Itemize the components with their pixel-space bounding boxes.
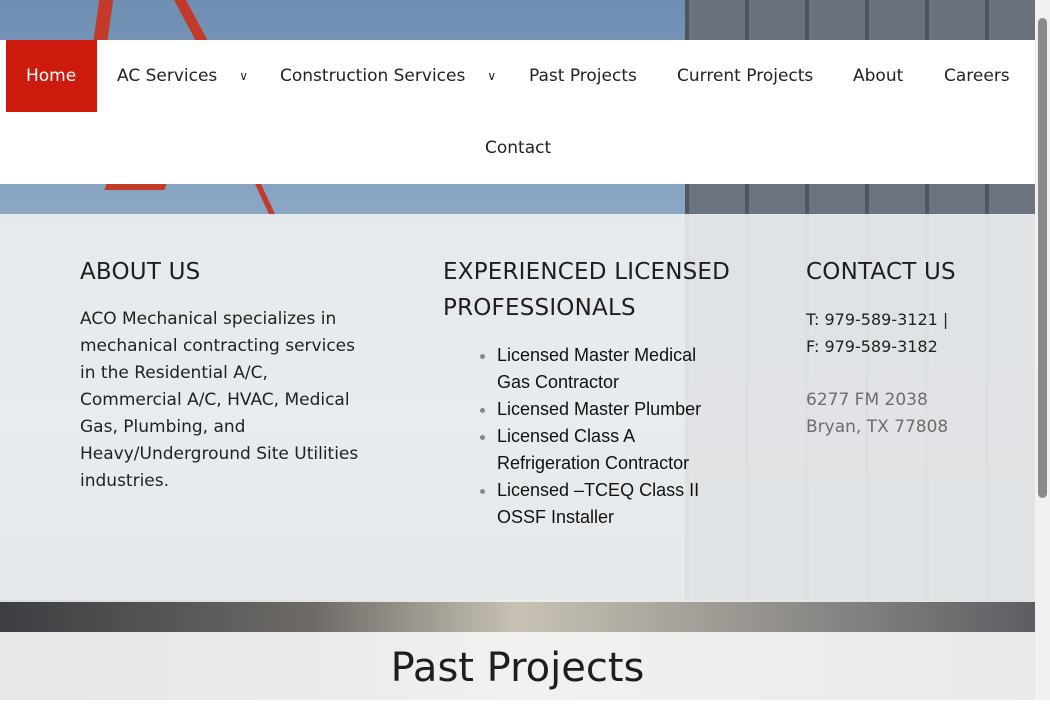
nav-current-projects-label: Current Projects (677, 66, 814, 86)
about-heading: ABOUT US (80, 259, 201, 285)
vertical-scrollbar[interactable] (1035, 0, 1050, 700)
nav-home-label: Home (26, 66, 77, 86)
nav-careers[interactable]: Careers (944, 40, 1010, 112)
past-projects-section: Past Projects (0, 632, 1035, 700)
list-item: Licensed Class A Refrigeration Contracto… (497, 423, 727, 477)
contact-phones: T: 979-589-3121 | F: 979-589-3182 (806, 306, 1006, 360)
nav-home[interactable]: Home (6, 40, 97, 112)
nav-about[interactable]: About (853, 40, 903, 112)
crane-image (255, 184, 315, 214)
address: 6277 FM 2038 Bryan, TX 77808 (806, 387, 1006, 441)
nav-construction-services[interactable]: Construction Services ∨ (280, 40, 496, 112)
license-list: Licensed Master Medical Gas Contractor L… (443, 342, 727, 531)
scrollbar-thumb[interactable] (1038, 18, 1047, 498)
nav-contact[interactable]: Contact (485, 112, 551, 184)
professionals-heading: EXPERIENCED LICENSED PROFESSIONALS (443, 259, 731, 321)
address-line1: 6277 FM 2038 (806, 390, 928, 410)
contact-column: CONTACT US T: 979-589-3121 | F: 979-589-… (806, 254, 1006, 441)
about-text: ACO Mechanical specializes in mechanical… (80, 309, 359, 491)
list-item: Licensed Master Medical Gas Contractor (497, 342, 727, 396)
nav-about-label: About (853, 66, 904, 86)
list-item: Licensed Master Plumber (497, 396, 727, 423)
nav-past-projects[interactable]: Past Projects (529, 40, 637, 112)
list-item: Licensed –TCEQ Class II OSSF Installer (497, 477, 727, 531)
fax-number: F: 979-589-3182 (806, 337, 938, 356)
address-line2: Bryan, TX 77808 (806, 417, 949, 437)
about-column: ABOUT US ACO Mechanical specializes in m… (80, 254, 370, 495)
main-navigation: Home AC Services ∨ Construction Services ∨… (0, 40, 1035, 184)
nav-construction-services-label: Construction Services (280, 66, 466, 86)
nav-current-projects[interactable]: Current Projects (677, 40, 813, 112)
nav-past-projects-label: Past Projects (529, 66, 637, 86)
past-projects-heading: Past Projects (390, 645, 645, 691)
nav-ac-services[interactable]: AC Services ∨ (117, 40, 248, 112)
professionals-column: EXPERIENCED LICENSED PROFESSIONALS Licen… (443, 254, 743, 531)
chevron-down-icon[interactable]: ∨ (487, 40, 496, 112)
phone-link[interactable]: T: 979-589-3121 | (806, 306, 1006, 333)
info-section: ABOUT US ACO Mechanical specializes in m… (0, 214, 1035, 602)
chevron-down-icon[interactable]: ∨ (239, 40, 248, 112)
nav-contact-label: Contact (485, 138, 552, 158)
nav-ac-services-label: AC Services (117, 66, 218, 86)
nav-careers-label: Careers (944, 66, 1010, 86)
contact-heading: CONTACT US (806, 259, 956, 285)
